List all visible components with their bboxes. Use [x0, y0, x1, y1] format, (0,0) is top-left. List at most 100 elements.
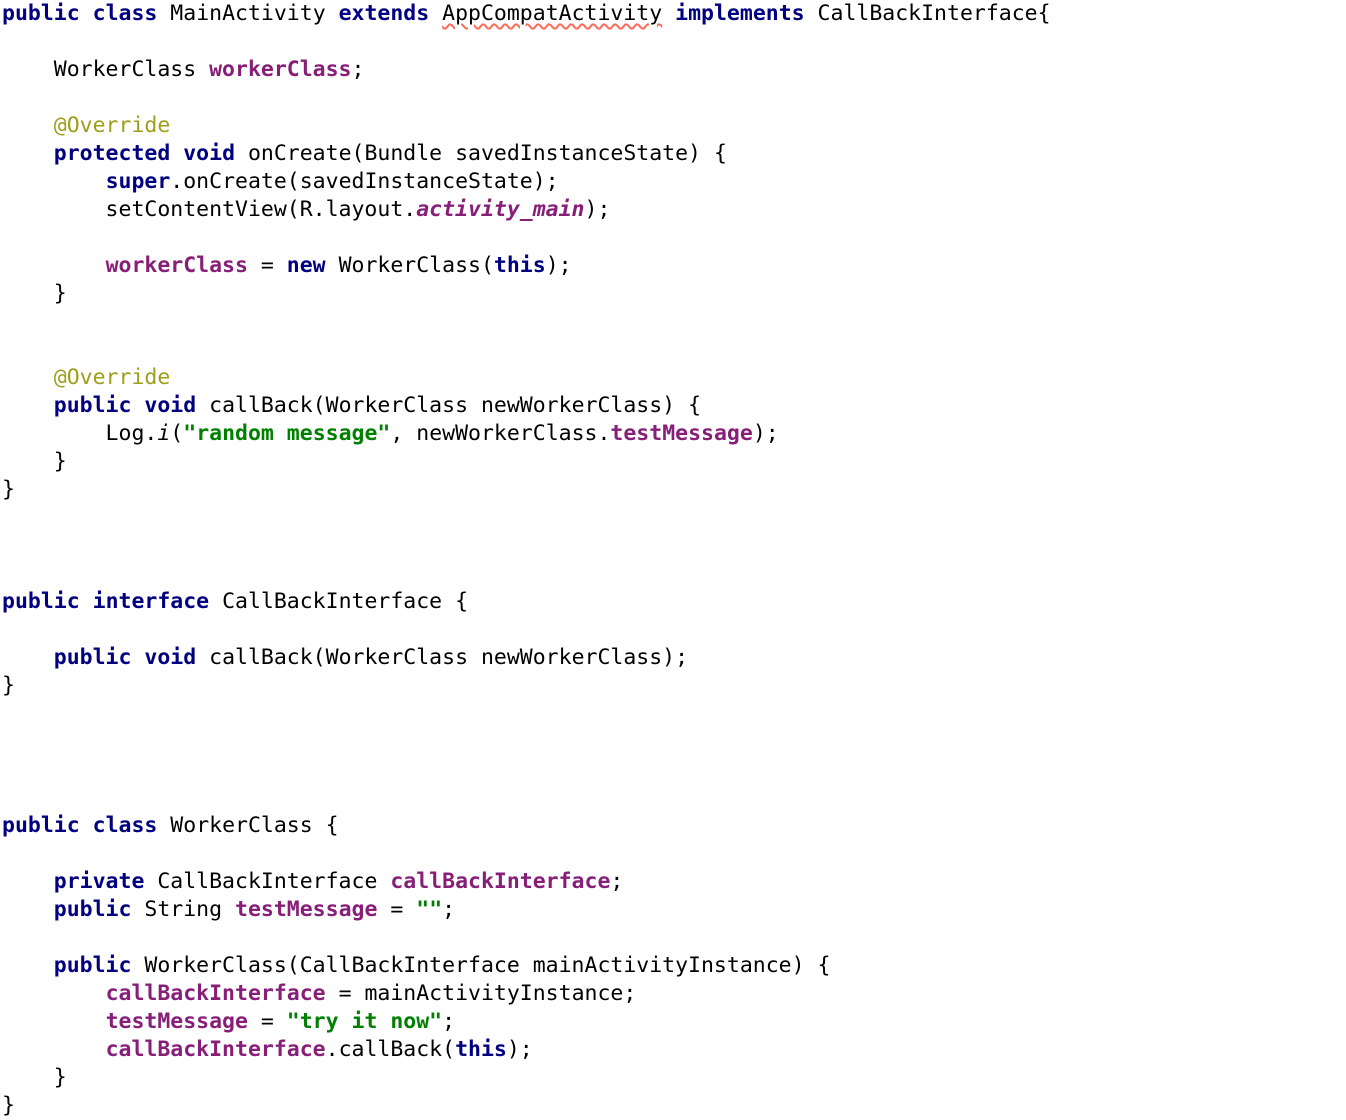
- code-token-plain: WorkerClass(: [325, 253, 494, 278]
- code-token-kw: interface: [92, 589, 210, 614]
- code-token-plain: );: [752, 421, 779, 446]
- code-token-plain: WorkerClass {: [157, 813, 339, 838]
- code-line[interactable]: public WorkerClass(CallBackInterface mai…: [0, 952, 1346, 980]
- code-token-plain: String: [131, 897, 236, 922]
- code-line[interactable]: protected void onCreate(Bundle savedInst…: [0, 140, 1346, 168]
- code-token-plain: WorkerClass: [2, 57, 210, 82]
- code-line[interactable]: [0, 840, 1346, 868]
- code-token-field: callBackInterface: [390, 869, 611, 894]
- code-token-plain: ;: [610, 869, 624, 894]
- code-line[interactable]: WorkerClass workerClass;: [0, 56, 1346, 84]
- code-token-string: "try it now": [286, 1009, 443, 1034]
- code-token-plain: }: [2, 281, 67, 306]
- code-line[interactable]: testMessage = "try it now";: [0, 1008, 1346, 1036]
- code-line[interactable]: [0, 784, 1346, 812]
- code-line[interactable]: public class MainActivity extends AppCom…: [0, 0, 1346, 28]
- code-line[interactable]: }: [0, 448, 1346, 476]
- code-token-err: AppCompatActivity: [442, 1, 663, 26]
- code-line[interactable]: }: [0, 672, 1346, 700]
- code-token-string: "": [416, 897, 443, 922]
- code-line[interactable]: }: [0, 280, 1346, 308]
- code-token-field: testMessage: [610, 421, 753, 446]
- code-line[interactable]: [0, 616, 1346, 644]
- code-line[interactable]: }: [0, 1064, 1346, 1092]
- code-line[interactable]: public void callBack(WorkerClass newWork…: [0, 644, 1346, 672]
- code-editor-pane[interactable]: public class MainActivity extends AppCom…: [0, 0, 1346, 1118]
- code-token-plain: WorkerClass(CallBackInterface mainActivi…: [131, 953, 831, 978]
- code-token-plain: ;: [442, 1009, 456, 1034]
- code-token-kw: extends: [338, 1, 430, 26]
- code-line[interactable]: [0, 924, 1346, 952]
- code-token-plain: }: [2, 1093, 15, 1118]
- code-token-plain: MainActivity: [157, 1, 339, 26]
- code-line[interactable]: setContentView(R.layout.activity_main);: [0, 196, 1346, 224]
- code-token-kw: public: [53, 645, 132, 670]
- code-line[interactable]: }: [0, 1092, 1346, 1120]
- code-token-kw: new: [286, 253, 326, 278]
- code-line[interactable]: [0, 308, 1346, 336]
- code-line[interactable]: workerClass = new WorkerClass(this);: [0, 252, 1346, 280]
- code-token-plain: }: [2, 673, 15, 698]
- code-token-plain: .callBack(: [325, 1037, 456, 1062]
- code-token-kw: public: [2, 1, 80, 26]
- code-line[interactable]: [0, 504, 1346, 532]
- code-token-string: "random message": [183, 421, 391, 446]
- code-token-plain: }: [2, 1065, 67, 1090]
- source-code-text[interactable]: public class MainActivity extends AppCom…: [0, 0, 1346, 1120]
- code-line[interactable]: [0, 532, 1346, 560]
- code-token-plain: =: [247, 253, 287, 278]
- code-line[interactable]: [0, 224, 1346, 252]
- code-line[interactable]: }: [0, 476, 1346, 504]
- code-line[interactable]: @Override: [0, 364, 1346, 392]
- code-line[interactable]: [0, 756, 1346, 784]
- code-line[interactable]: public interface CallBackInterface {: [0, 588, 1346, 616]
- code-line[interactable]: Log.i("random message", newWorkerClass.t…: [0, 420, 1346, 448]
- code-line[interactable]: private CallBackInterface callBackInterf…: [0, 868, 1346, 896]
- code-token-plain: );: [506, 1037, 533, 1062]
- code-token-anno: @Override: [53, 365, 171, 390]
- code-token-kw: super: [105, 169, 171, 194]
- code-token-plain: );: [584, 197, 611, 222]
- code-line[interactable]: callBackInterface = mainActivityInstance…: [0, 980, 1346, 1008]
- code-line[interactable]: public String testMessage = "";: [0, 896, 1346, 924]
- code-token-plain: }: [2, 449, 67, 474]
- code-token-plain: callBack(WorkerClass newWorkerClass);: [196, 645, 689, 670]
- code-token-plain: .onCreate(savedInstanceState);: [170, 169, 559, 194]
- code-line[interactable]: super.onCreate(savedInstanceState);: [0, 168, 1346, 196]
- code-token-plain: =: [377, 897, 417, 922]
- code-token-plain: CallBackInterface: [144, 869, 391, 894]
- code-token-plain: );: [545, 253, 572, 278]
- code-token-method: i: [157, 421, 171, 446]
- code-token-kw: implements: [675, 1, 805, 26]
- code-line[interactable]: public class WorkerClass {: [0, 812, 1346, 840]
- code-line[interactable]: [0, 700, 1346, 728]
- code-token-kw: void: [183, 141, 236, 166]
- code-line[interactable]: [0, 728, 1346, 756]
- code-line[interactable]: public void callBack(WorkerClass newWork…: [0, 392, 1346, 420]
- code-token-kw: public: [2, 589, 80, 614]
- code-line[interactable]: @Override: [0, 112, 1346, 140]
- code-line[interactable]: callBackInterface.callBack(this);: [0, 1036, 1346, 1064]
- code-line[interactable]: [0, 336, 1346, 364]
- code-token-field: workerClass: [209, 57, 352, 82]
- code-line[interactable]: [0, 560, 1346, 588]
- code-line[interactable]: [0, 28, 1346, 56]
- code-token-field: callBackInterface: [105, 1037, 326, 1062]
- code-line[interactable]: [0, 84, 1346, 112]
- code-token-plain: callBack(WorkerClass newWorkerClass) {: [196, 393, 702, 418]
